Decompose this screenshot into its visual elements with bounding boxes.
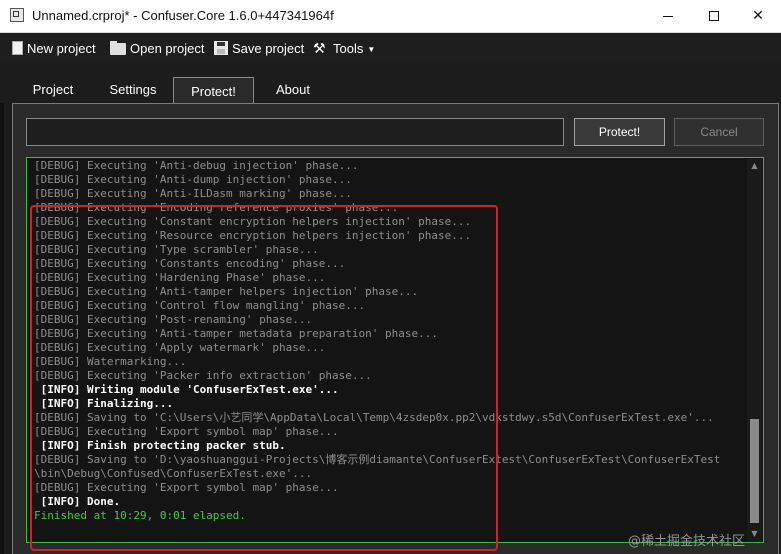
annotation-highlight: [30, 205, 498, 551]
tools-menu-button[interactable]: ⚒ Tools ▼: [313, 39, 375, 57]
cancel-button[interactable]: Cancel: [674, 118, 764, 146]
tab-protect[interactable]: Protect!: [173, 77, 254, 105]
new-project-button[interactable]: New project: [12, 39, 96, 57]
minimize-button[interactable]: [645, 0, 691, 32]
maximize-icon: [709, 11, 719, 21]
log-line: [DEBUG] Executing 'Anti-dump injection' …: [34, 173, 352, 186]
window-edge: [0, 103, 4, 554]
chevron-down-icon: ▼: [367, 45, 376, 54]
new-project-label: New project: [27, 40, 96, 56]
folder-icon: [110, 41, 126, 55]
save-project-button[interactable]: Save project: [214, 39, 304, 57]
scroll-up-icon[interactable]: ▲: [747, 159, 762, 173]
app-icon: [10, 8, 24, 22]
window-title: Unnamed.crproj* - Confuser.Core 1.6.0+44…: [32, 8, 334, 23]
save-disk-icon: [214, 41, 228, 55]
open-project-button[interactable]: Open project: [110, 39, 204, 57]
watermark: @稀土掘金技术社区: [628, 534, 746, 549]
tab-strip: Project Settings Protect! About: [0, 63, 781, 105]
scroll-down-icon[interactable]: ▼: [747, 527, 762, 541]
tools-icon: ⚒: [313, 40, 326, 56]
new-file-icon: [12, 41, 23, 55]
protect-status-field[interactable]: [26, 118, 564, 146]
toolbar: New project Open project Save project ⚒ …: [0, 33, 781, 63]
title-bar: Unnamed.crproj* - Confuser.Core 1.6.0+44…: [0, 0, 781, 33]
tab-settings[interactable]: Settings: [98, 80, 168, 100]
tab-project[interactable]: Project: [22, 80, 84, 100]
tab-about[interactable]: About: [262, 80, 324, 100]
log-scrollbar[interactable]: ▲ ▼: [747, 159, 762, 541]
log-line: [DEBUG] Executing 'Anti-ILDasm marking' …: [34, 187, 352, 200]
close-button[interactable]: ✕: [735, 0, 781, 32]
protect-button[interactable]: Protect!: [574, 118, 665, 146]
save-project-label: Save project: [232, 40, 305, 56]
tools-label: Tools: [333, 40, 364, 56]
log-line: [DEBUG] Executing 'Anti-debug injection'…: [34, 159, 359, 172]
minimize-icon: [663, 15, 673, 17]
open-project-label: Open project: [130, 40, 205, 56]
close-icon: ✕: [752, 8, 764, 24]
maximize-button[interactable]: [691, 0, 737, 32]
scroll-thumb[interactable]: [750, 419, 759, 523]
